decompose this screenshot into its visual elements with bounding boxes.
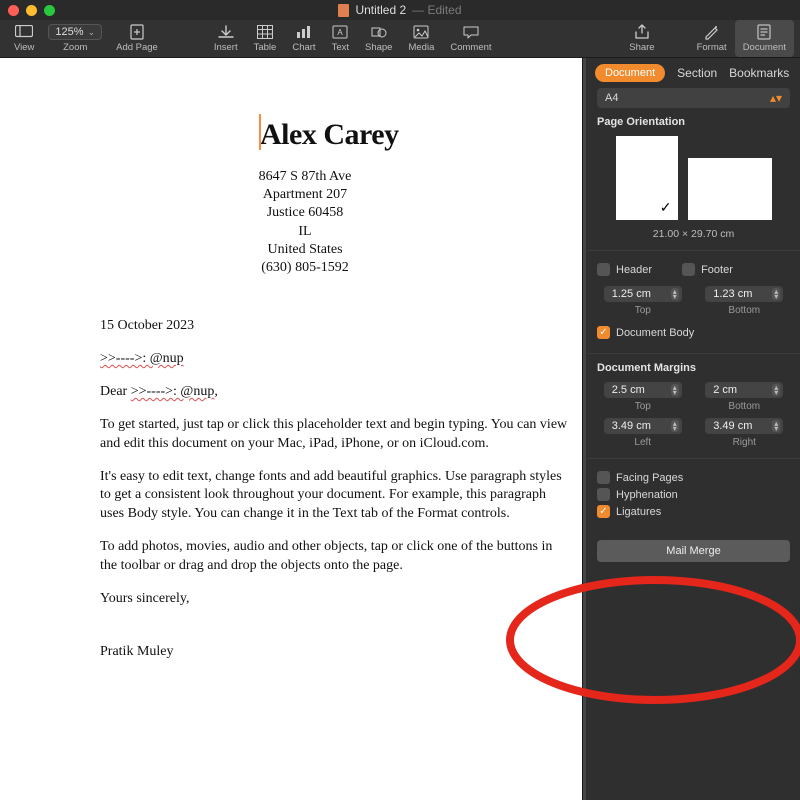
facing-pages-checkbox[interactable]: Facing Pages <box>597 471 790 484</box>
stepper-icon[interactable]: ▴▾ <box>772 420 780 432</box>
closing[interactable]: Yours sincerely, <box>100 590 568 609</box>
comment-icon <box>463 24 479 40</box>
paper-size-value: A4 <box>605 92 618 104</box>
window-title: Untitled 2 <box>355 3 406 17</box>
sender-name[interactable]: Alex Carey <box>260 118 568 152</box>
view-menu[interactable]: View <box>6 20 42 57</box>
shape-button[interactable]: Shape <box>357 20 400 57</box>
media-icon <box>413 24 429 40</box>
chevron-down-icon: ⌄ <box>88 27 96 38</box>
stepper-icon[interactable]: ▴▾ <box>772 384 780 396</box>
checkbox-icon <box>597 263 610 276</box>
zoom-control[interactable]: 125% ⌄ Zoom <box>42 20 108 57</box>
body-paragraph-3[interactable]: To add photos, movies, audio and other o… <box>100 538 568 576</box>
minimize-window-button[interactable] <box>26 5 37 16</box>
body-paragraph-2[interactable]: It's easy to edit text, change fonts and… <box>100 468 568 525</box>
text-cursor <box>259 114 261 150</box>
chevron-updown-icon: ▴▾ <box>770 91 782 105</box>
document-inspector-icon <box>757 24 771 40</box>
mail-merge-button[interactable]: Mail Merge <box>597 540 790 562</box>
traffic-lights <box>8 5 55 16</box>
add-page-button[interactable]: Add Page <box>108 20 166 57</box>
margin-left-field[interactable]: 3.49 cm ▴▾ <box>604 418 682 434</box>
comment-button[interactable]: Comment <box>442 20 499 57</box>
add-page-icon <box>130 24 144 40</box>
orientation-landscape[interactable] <box>688 158 772 220</box>
format-button[interactable]: Format <box>689 20 735 57</box>
svg-text:A: A <box>338 28 344 37</box>
margin-right-field[interactable]: 3.49 cm ▴▾ <box>705 418 783 434</box>
checkbox-icon: ✓ <box>597 505 610 518</box>
document-inspector-button[interactable]: Document <box>735 20 794 57</box>
stepper-icon[interactable]: ▴▾ <box>671 420 679 432</box>
orientation-portrait[interactable]: ✓ <box>616 136 678 220</box>
document-margins-section: Document Margins 2.5 cm ▴▾ Top 2 cm ▴▾ B… <box>587 354 800 459</box>
checkbox-icon: ✓ <box>597 326 610 339</box>
checkbox-icon <box>597 488 610 501</box>
text-button[interactable]: A Text <box>324 20 357 57</box>
margin-bottom-field[interactable]: 2 cm ▴▾ <box>705 382 783 398</box>
header-checkbox[interactable]: Header <box>597 263 652 276</box>
footer-checkbox[interactable]: Footer <box>682 263 733 276</box>
merge-field-line[interactable]: >>---->: @nup <box>100 350 568 369</box>
ligatures-checkbox[interactable]: ✓ Ligatures <box>597 505 790 518</box>
margin-top-field[interactable]: 2.5 cm ▴▾ <box>604 382 682 398</box>
table-icon <box>257 24 273 40</box>
check-icon: ✓ <box>660 199 672 216</box>
options-section: Facing Pages Hyphenation ✓ Ligatures <box>587 459 800 532</box>
stepper-icon[interactable]: ▴▾ <box>671 384 679 396</box>
page: Alex Carey 8647 S 87th Ave Apartment 207… <box>0 58 582 696</box>
window-titlebar: Untitled 2 — Edited <box>0 0 800 20</box>
insert-icon <box>218 24 234 40</box>
page-orientation-label: Page Orientation <box>597 116 790 128</box>
fullscreen-window-button[interactable] <box>44 5 55 16</box>
header-margin-field[interactable]: 1.25 cm ▴▾ <box>604 286 682 302</box>
tab-document[interactable]: Document <box>595 64 665 82</box>
stepper-icon[interactable]: ▴▾ <box>671 288 679 300</box>
shape-icon <box>371 24 387 40</box>
header-footer-section: Header Footer 1.25 cm ▴▾ Top 1.2 <box>587 251 800 354</box>
chart-button[interactable]: Chart <box>284 20 323 57</box>
window-edited-indicator: — Edited <box>412 3 461 17</box>
tab-section[interactable]: Section <box>677 66 717 80</box>
document-icon <box>338 4 349 17</box>
document-canvas[interactable]: Alex Carey 8647 S 87th Ave Apartment 207… <box>0 58 582 800</box>
salutation[interactable]: Dear >>---->: @nup, <box>100 383 568 402</box>
page-dimensions: 21.00 × 29.70 cm <box>597 228 790 240</box>
checkbox-icon <box>597 471 610 484</box>
inspector-scrollbar[interactable] <box>583 58 586 800</box>
checkbox-icon <box>682 263 695 276</box>
paper-size-select[interactable]: A4 ▴▾ <box>597 88 790 108</box>
share-button[interactable]: Share <box>621 20 662 57</box>
document-margins-label: Document Margins <box>597 362 790 374</box>
sender-address[interactable]: 8647 S 87th Ave Apartment 207 Justice 60… <box>215 168 395 277</box>
stepper-icon[interactable]: ▴▾ <box>772 288 780 300</box>
chart-icon <box>296 24 312 40</box>
page-orientation-section: Page Orientation ✓ 21.00 × 29.70 cm <box>587 108 800 251</box>
signature[interactable]: Pratik Muley <box>100 643 568 662</box>
toolbar: View 125% ⌄ Zoom Add Page Insert Table C… <box>0 20 800 58</box>
body-paragraph-1[interactable]: To get started, just tap or click this p… <box>100 416 568 454</box>
letter-date[interactable]: 15 October 2023 <box>100 317 568 336</box>
tab-bookmarks[interactable]: Bookmarks <box>729 66 789 80</box>
format-icon <box>704 24 720 40</box>
inspector-tabs: Document Section Bookmarks <box>587 58 800 88</box>
close-window-button[interactable] <box>8 5 19 16</box>
document-body-checkbox[interactable]: ✓ Document Body <box>597 326 790 339</box>
table-button[interactable]: Table <box>246 20 285 57</box>
text-icon: A <box>332 24 348 40</box>
footer-margin-field[interactable]: 1.23 cm ▴▾ <box>705 286 783 302</box>
view-icon <box>15 24 33 40</box>
zoom-value: 125% <box>55 26 83 38</box>
media-button[interactable]: Media <box>400 20 442 57</box>
inspector-panel: Document Section Bookmarks A4 ▴▾ Page Or… <box>582 58 800 800</box>
content-area: Alex Carey 8647 S 87th Ave Apartment 207… <box>0 58 800 800</box>
hyphenation-checkbox[interactable]: Hyphenation <box>597 488 790 501</box>
share-icon <box>635 24 649 40</box>
insert-button[interactable]: Insert <box>206 20 246 57</box>
